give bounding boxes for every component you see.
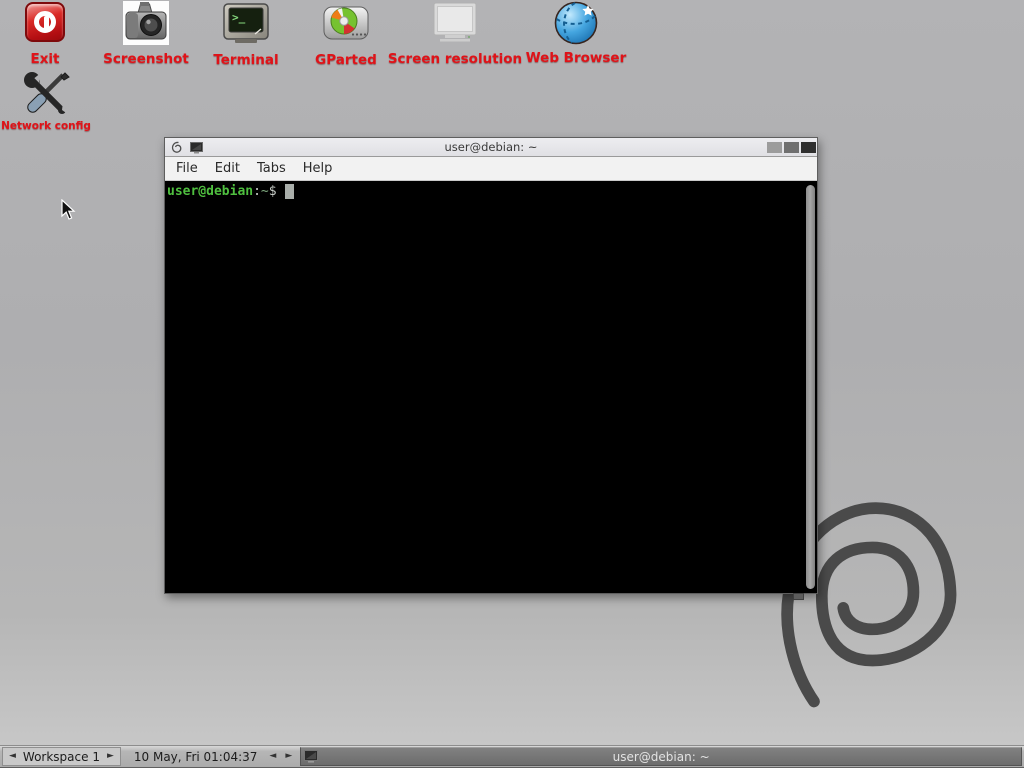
prompt-dollar: $	[269, 184, 277, 199]
task-button-title: user@debian: ~	[613, 750, 710, 764]
menu-help[interactable]: Help	[303, 161, 333, 176]
window-menu-swirl-icon[interactable]	[171, 141, 183, 154]
taskbar: ◄ Workspace 1 ► 10 May, Fri 01:04:37 ◄ ►…	[0, 745, 1024, 768]
window-resize-grip[interactable]	[793, 593, 804, 600]
terminal-menubar: File Edit Tabs Help	[165, 157, 817, 181]
svg-text:>_: >_	[232, 11, 246, 24]
window-titlebar[interactable]: user@debian: ~	[165, 138, 817, 157]
desktop-icon-label: Terminal	[213, 52, 278, 68]
monitor-icon	[432, 2, 478, 44]
crt-terminal-icon: >_	[222, 3, 270, 45]
desktop-icon-exit[interactable]: Exit	[25, 2, 65, 42]
window-app-icon	[190, 142, 203, 154]
menu-file[interactable]: File	[176, 161, 198, 176]
workspace-next-icon[interactable]: ►	[107, 752, 114, 761]
shell-prompt: user@debian:~$	[167, 184, 294, 199]
desktop: { "desktop": { "icons": [ { "label": "Ex…	[0, 0, 1024, 768]
desktop-icon-screenshot[interactable]: Screenshot	[123, 1, 169, 45]
globe-icon	[553, 0, 599, 46]
desktop-icon-web-browser[interactable]: Web Browser	[553, 0, 599, 46]
desktop-icon-label: Network config	[1, 120, 91, 132]
task-terminal-icon	[304, 750, 318, 763]
mouse-pointer	[61, 199, 77, 221]
workspace-pager[interactable]: ◄ Workspace 1 ►	[2, 747, 121, 766]
tools-icon	[19, 71, 73, 115]
power-icon	[25, 2, 65, 42]
tasklist-prev-icon[interactable]: ◄	[269, 752, 276, 761]
prompt-path: ~	[261, 184, 269, 199]
desktop-icon-network-config[interactable]: Network config	[19, 71, 73, 115]
desktop-icon-label: GParted	[315, 52, 377, 68]
desktop-icon-label: Web Browser	[526, 50, 626, 66]
taskbar-clock: 10 May, Fri 01:04:37	[134, 750, 258, 764]
task-button-terminal[interactable]: user@debian: ~	[300, 747, 1022, 766]
terminal-cursor	[285, 184, 294, 199]
desktop-icon-screen-resolution[interactable]: Screen resolution	[432, 2, 478, 44]
prompt-user-host: user@debian	[167, 184, 253, 199]
desktop-icon-terminal[interactable]: >_ Terminal	[222, 3, 270, 45]
minimize-button[interactable]	[767, 142, 782, 153]
workspace-label: Workspace 1	[23, 750, 100, 764]
window-title: user@debian: ~	[445, 140, 538, 154]
terminal-window: user@debian: ~ File Edit Tabs Help user@…	[164, 137, 818, 594]
terminal-scrollbar[interactable]	[806, 185, 815, 589]
desktop-icon-label: Exit	[30, 51, 59, 67]
menu-edit[interactable]: Edit	[215, 161, 240, 176]
maximize-button[interactable]	[784, 142, 799, 153]
desktop-icon-gparted[interactable]: GParted	[323, 4, 369, 42]
terminal-screen[interactable]: user@debian:~$	[165, 181, 817, 592]
desktop-icon-label: Screen resolution	[388, 51, 522, 67]
menu-tabs[interactable]: Tabs	[257, 161, 286, 176]
prompt-colon: :	[253, 184, 261, 199]
close-button[interactable]	[801, 142, 816, 153]
camera-icon	[123, 1, 169, 45]
tasklist-next-icon[interactable]: ►	[285, 752, 292, 761]
desktop-icon-label: Screenshot	[103, 51, 189, 67]
disk-partition-icon	[323, 4, 369, 42]
workspace-prev-icon[interactable]: ◄	[9, 752, 16, 761]
scrollbar-thumb[interactable]	[806, 185, 815, 589]
